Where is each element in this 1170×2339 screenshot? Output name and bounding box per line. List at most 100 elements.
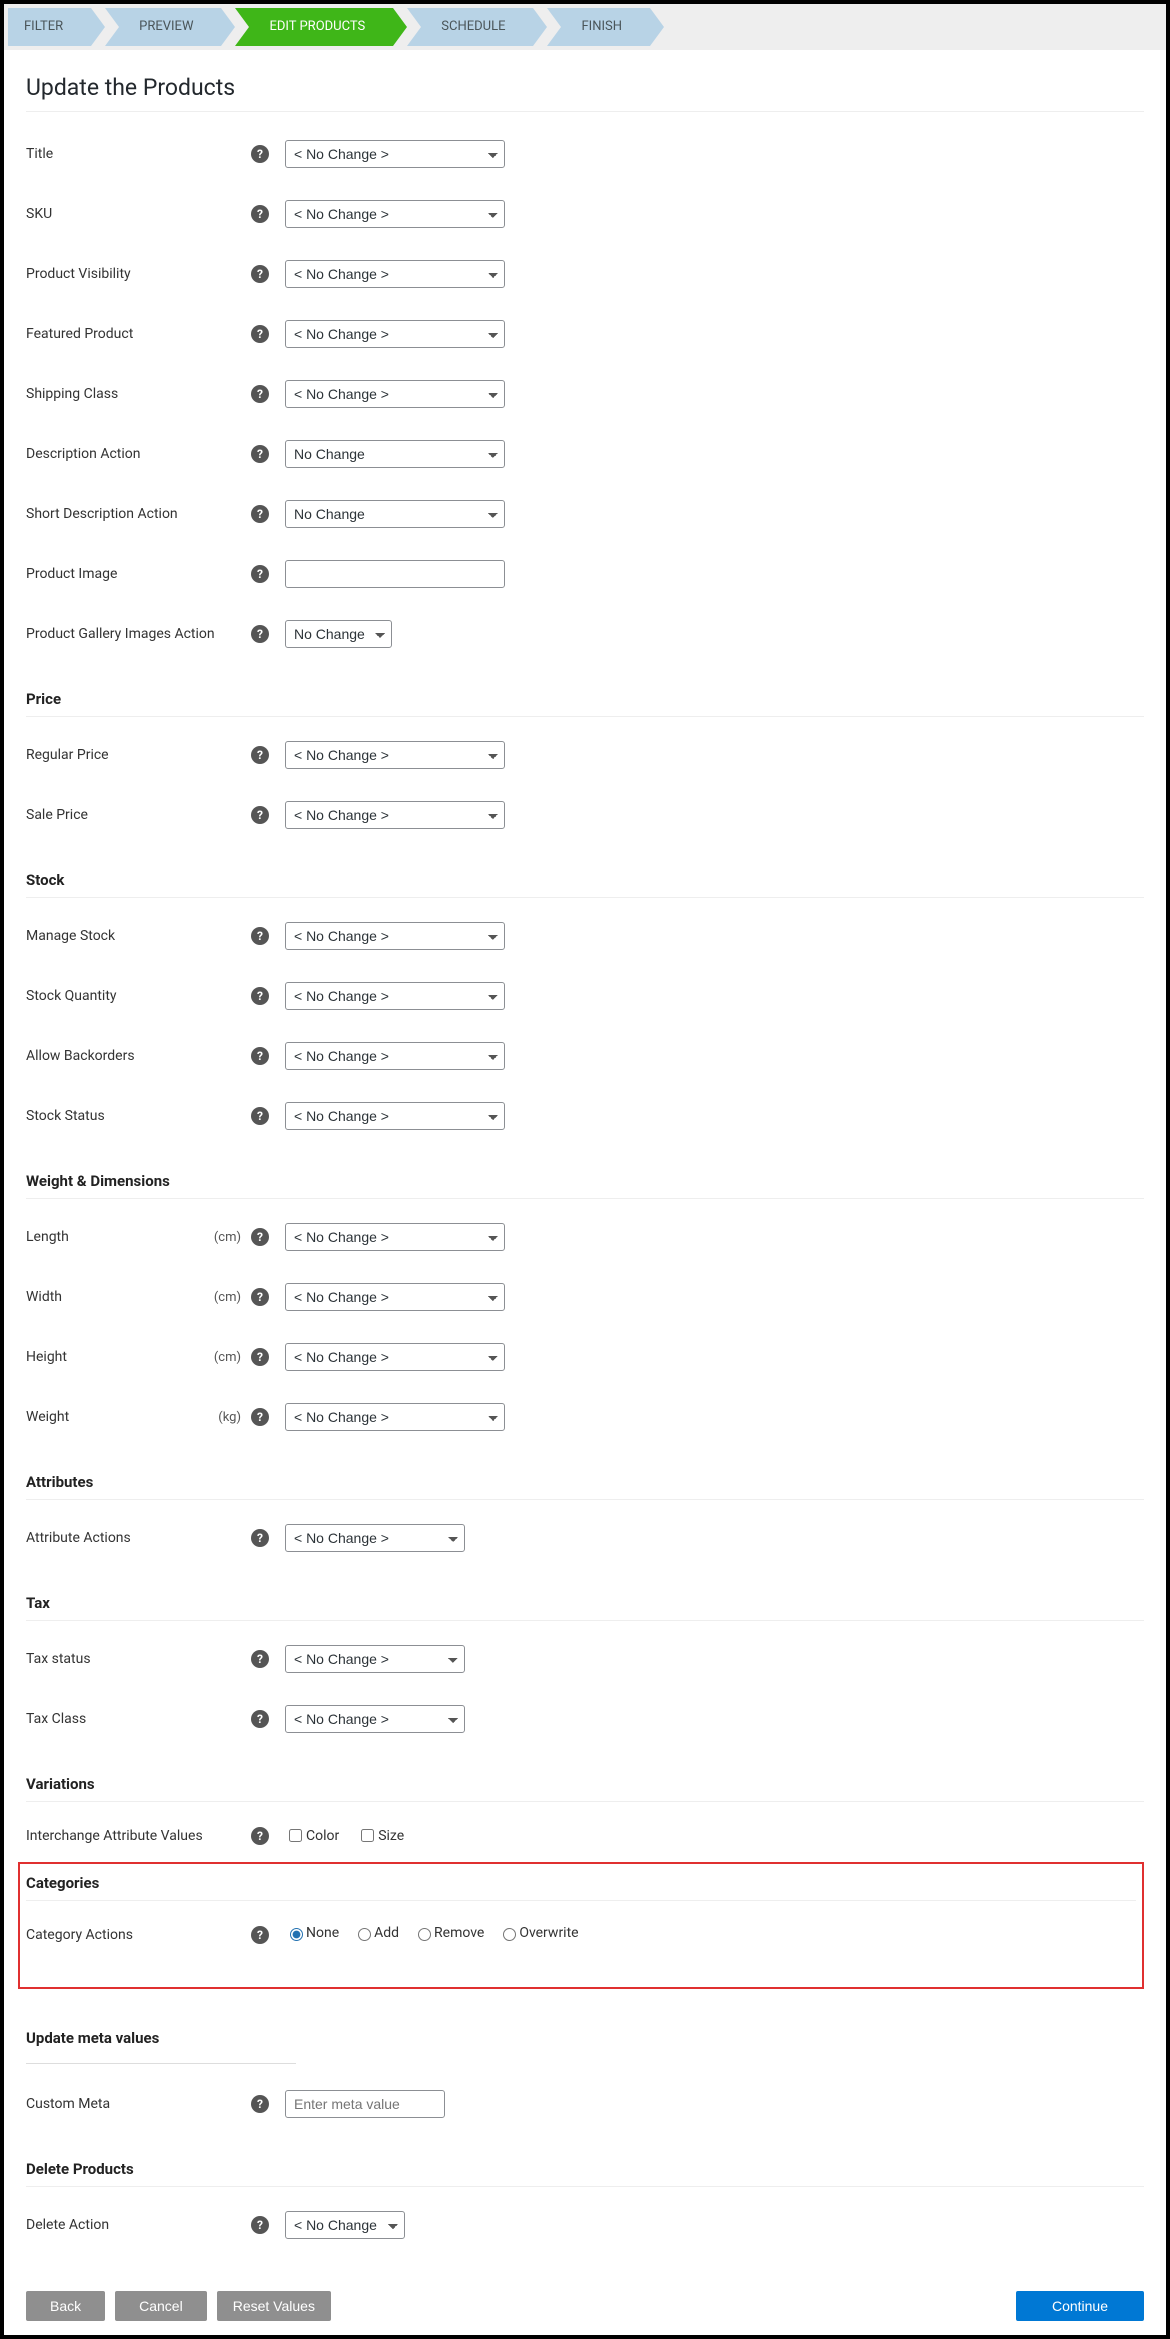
help-icon[interactable]: ? xyxy=(251,1529,269,1547)
row-description-action: Description Action? No Change xyxy=(26,424,1144,484)
select-allow-backorders[interactable]: < No Change > xyxy=(285,1042,505,1070)
row-title: Title? < No Change > xyxy=(26,124,1144,184)
label-shipping-class: Shipping Class xyxy=(26,386,249,402)
select-stock-quantity[interactable]: < No Change > xyxy=(285,982,505,1010)
radio-overwrite[interactable] xyxy=(503,1928,516,1941)
help-icon[interactable]: ? xyxy=(251,1047,269,1065)
help-icon[interactable]: ? xyxy=(251,746,269,764)
help-icon[interactable]: ? xyxy=(251,2095,269,2113)
row-category-actions: Category Actions? None Add Remove Overwr… xyxy=(26,1909,1136,1961)
help-icon[interactable]: ? xyxy=(251,445,269,463)
row-weight: Weight(kg)? < No Change > xyxy=(26,1387,1144,1447)
help-icon[interactable]: ? xyxy=(251,1348,269,1366)
help-icon[interactable]: ? xyxy=(251,1288,269,1306)
help-icon[interactable]: ? xyxy=(251,565,269,583)
radio-overwrite-label[interactable]: Overwrite xyxy=(498,1925,578,1941)
checkbox-size-label[interactable]: Size xyxy=(357,1826,404,1845)
checkbox-size[interactable] xyxy=(361,1829,374,1842)
help-icon[interactable]: ? xyxy=(251,2216,269,2234)
select-height[interactable]: < No Change > xyxy=(285,1343,505,1371)
help-icon[interactable]: ? xyxy=(251,1408,269,1426)
help-icon[interactable]: ? xyxy=(251,1926,269,1944)
row-height: Height(cm)? < No Change > xyxy=(26,1327,1144,1387)
radio-none-label[interactable]: None xyxy=(285,1925,339,1941)
select-weight[interactable]: < No Change > xyxy=(285,1403,505,1431)
row-tax-class: Tax Class? < No Change > xyxy=(26,1689,1144,1749)
row-short-description-action: Short Description Action? No Change xyxy=(26,484,1144,544)
select-regular-price[interactable]: < No Change > xyxy=(285,741,505,769)
select-title[interactable]: < No Change > xyxy=(285,140,505,168)
categories-highlight: Categories Category Actions? None Add Re… xyxy=(18,1862,1144,1989)
select-width[interactable]: < No Change > xyxy=(285,1283,505,1311)
label-length: Length xyxy=(26,1229,214,1245)
select-shipping-class[interactable]: < No Change > xyxy=(285,380,505,408)
radio-add-label[interactable]: Add xyxy=(353,1925,399,1941)
select-delete-action[interactable]: < No Change > xyxy=(285,2211,405,2239)
section-tax: Tax xyxy=(26,1594,1144,1621)
select-sale-price[interactable]: < No Change > xyxy=(285,801,505,829)
select-featured-product[interactable]: < No Change > xyxy=(285,320,505,348)
back-button[interactable]: Back xyxy=(26,2291,105,2321)
section-stock: Stock xyxy=(26,871,1144,898)
checkbox-color-label[interactable]: Color xyxy=(285,1826,339,1845)
step-filter[interactable]: FILTER xyxy=(8,8,91,46)
row-sku: SKU? < No Change > xyxy=(26,184,1144,244)
label-color: Color xyxy=(306,1828,339,1844)
help-icon[interactable]: ? xyxy=(251,1107,269,1125)
select-length[interactable]: < No Change > xyxy=(285,1223,505,1251)
help-icon[interactable]: ? xyxy=(251,265,269,283)
row-featured-product: Featured Product? < No Change > xyxy=(26,304,1144,364)
help-icon[interactable]: ? xyxy=(251,1710,269,1728)
help-icon[interactable]: ? xyxy=(251,927,269,945)
unit-kg: (kg) xyxy=(218,1410,249,1425)
step-schedule[interactable]: SCHEDULE xyxy=(407,8,533,46)
select-stock-status[interactable]: < No Change > xyxy=(285,1102,505,1130)
checkbox-color[interactable] xyxy=(289,1829,302,1842)
help-icon[interactable]: ? xyxy=(251,145,269,163)
step-finish[interactable]: FINISH xyxy=(547,8,650,46)
help-icon[interactable]: ? xyxy=(251,505,269,523)
input-product-image[interactable] xyxy=(285,560,505,588)
continue-button[interactable]: Continue xyxy=(1016,2291,1144,2321)
select-short-description-action[interactable]: No Change xyxy=(285,500,505,528)
step-edit-products[interactable]: EDIT PRODUCTS xyxy=(235,8,393,46)
help-icon[interactable]: ? xyxy=(251,385,269,403)
label-width: Width xyxy=(26,1289,214,1305)
help-icon[interactable]: ? xyxy=(251,1650,269,1668)
help-icon[interactable]: ? xyxy=(251,205,269,223)
label-tax-status: Tax status xyxy=(26,1651,249,1667)
cancel-button[interactable]: Cancel xyxy=(115,2291,207,2321)
help-icon[interactable]: ? xyxy=(251,1827,269,1845)
row-sale-price: Sale Price? < No Change > xyxy=(26,785,1144,845)
select-description-action[interactable]: No Change xyxy=(285,440,505,468)
section-attributes: Attributes xyxy=(26,1473,1144,1500)
label-manage-stock: Manage Stock xyxy=(26,928,249,944)
row-delete-action: Delete Action? < No Change > xyxy=(26,2195,1144,2255)
help-icon[interactable]: ? xyxy=(251,987,269,1005)
help-icon[interactable]: ? xyxy=(251,806,269,824)
unit-cm: (cm) xyxy=(214,1350,249,1365)
input-custom-meta[interactable] xyxy=(285,2090,445,2118)
select-tax-status[interactable]: < No Change > xyxy=(285,1645,465,1673)
reset-values-button[interactable]: Reset Values xyxy=(217,2291,331,2321)
label-product-gallery-images-action: Product Gallery Images Action xyxy=(26,626,249,642)
select-sku[interactable]: < No Change > xyxy=(285,200,505,228)
label-interchange-attribute-values: Interchange Attribute Values xyxy=(26,1828,249,1844)
label-size: Size xyxy=(378,1828,404,1844)
help-icon[interactable]: ? xyxy=(251,325,269,343)
radio-remove-label[interactable]: Remove xyxy=(413,1925,484,1941)
select-attribute-actions[interactable]: < No Change > xyxy=(285,1524,465,1552)
radio-remove[interactable] xyxy=(418,1928,431,1941)
help-icon[interactable]: ? xyxy=(251,625,269,643)
row-attribute-actions: Attribute Actions? < No Change > xyxy=(26,1508,1144,1568)
select-product-gallery-images-action[interactable]: No Change xyxy=(285,620,392,648)
section-weight-dimensions: Weight & Dimensions xyxy=(26,1172,1144,1199)
radio-none[interactable] xyxy=(290,1928,303,1941)
help-icon[interactable]: ? xyxy=(251,1228,269,1246)
select-product-visibility[interactable]: < No Change > xyxy=(285,260,505,288)
select-manage-stock[interactable]: < No Change > xyxy=(285,922,505,950)
step-preview[interactable]: PREVIEW xyxy=(105,8,221,46)
select-tax-class[interactable]: < No Change > xyxy=(285,1705,465,1733)
row-interchange-attribute-values: Interchange Attribute Values? Color Size xyxy=(26,1810,1144,1862)
radio-add[interactable] xyxy=(358,1928,371,1941)
